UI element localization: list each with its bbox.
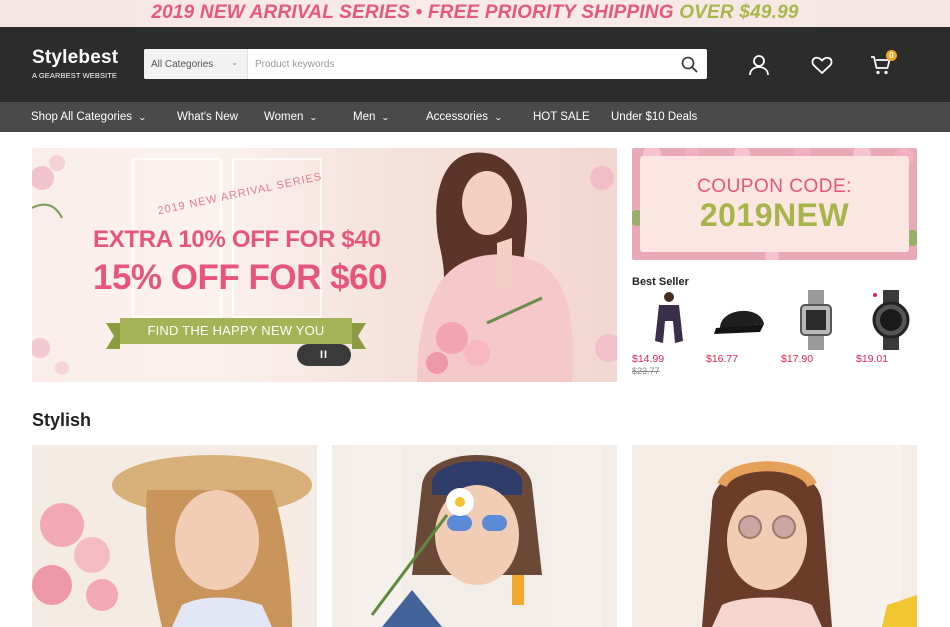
main-nav: Shop All Categories ⌄ What's New Women ⌄ M… bbox=[0, 102, 950, 132]
best-seller-item[interactable]: $14.99 $23.77 bbox=[632, 290, 702, 376]
nav-item-label: Accessories bbox=[426, 111, 488, 123]
hero-banner[interactable]: 2019 NEW ARRIVAL SERIES EXTRA 10% OFF FO… bbox=[32, 148, 617, 382]
model-photo bbox=[417, 152, 617, 382]
heart-icon bbox=[811, 56, 833, 74]
best-seller-title: Best Seller bbox=[632, 276, 689, 288]
model-photo-hat bbox=[32, 445, 317, 627]
promo-banner[interactable]: 2019 NEW ARRIVAL SERIES • FREE PRIORITY … bbox=[0, 0, 950, 27]
site-logo[interactable]: Stylebest A GEARBEST WEBSITE bbox=[32, 47, 118, 80]
chevron-down-icon: ⌄ bbox=[309, 113, 319, 122]
account-button[interactable] bbox=[747, 53, 771, 77]
stylish-card-1[interactable] bbox=[32, 445, 317, 627]
nav-item-accessories[interactable]: Accessories ⌄ bbox=[426, 102, 503, 132]
coupon-card: COUPON CODE: 2019NEW bbox=[640, 156, 909, 252]
category-select-label: All Categories bbox=[151, 58, 214, 70]
product-image-watch-black[interactable] bbox=[856, 290, 926, 350]
watch-black-image bbox=[872, 290, 910, 350]
chevron-down-icon: ⌄ bbox=[493, 113, 503, 122]
promo-text-threshold: OVER $49.99 bbox=[679, 2, 799, 23]
nav-item-label: Men bbox=[353, 111, 376, 123]
blouse-image bbox=[655, 292, 683, 343]
product-price: $14.99 bbox=[632, 353, 665, 365]
watch-silver-image bbox=[800, 290, 832, 350]
chevron-down-icon: ⌄ bbox=[138, 113, 147, 122]
coupon-label: COUPON CODE: bbox=[697, 176, 852, 197]
product-image-watch-silver[interactable] bbox=[781, 290, 851, 350]
wishlist-button[interactable] bbox=[810, 53, 834, 77]
best-seller-item[interactable]: $19.01 bbox=[856, 290, 926, 365]
nav-item-women[interactable]: Women ⌄ bbox=[264, 102, 319, 132]
product-image-cap[interactable] bbox=[706, 290, 776, 350]
product-price: $16.77 bbox=[706, 353, 739, 365]
stylish-card-2[interactable] bbox=[332, 445, 617, 627]
best-seller-item[interactable]: $17.90 bbox=[781, 290, 851, 365]
chevron-down-icon: ⌄ bbox=[231, 58, 238, 67]
cart-button[interactable]: 0 bbox=[869, 50, 897, 77]
site-header: Stylebest A GEARBEST WEBSITE All Categor… bbox=[0, 27, 950, 102]
model-photo-headband bbox=[632, 445, 917, 627]
category-select[interactable]: All Categories ⌄ bbox=[144, 49, 248, 79]
cart-count-badge: 0 bbox=[886, 50, 897, 61]
section-title-stylish: Stylish bbox=[32, 410, 92, 430]
carousel-pause-button[interactable]: II bbox=[297, 344, 351, 366]
product-image-blouse[interactable] bbox=[632, 290, 702, 350]
nav-item-label: Women bbox=[264, 111, 304, 123]
nav-item-shop-all-categories[interactable]: Shop All Categories ⌄ bbox=[31, 102, 147, 132]
cap-image bbox=[714, 310, 764, 334]
search-input[interactable] bbox=[248, 50, 671, 78]
hero-cta-ribbon[interactable]: FIND THE HAPPY NEW YOU bbox=[106, 318, 366, 349]
nav-item-label: What's New bbox=[177, 111, 238, 123]
product-old-price: $23.77 bbox=[632, 366, 660, 376]
hero-headline-2: 15% OFF FOR $60 bbox=[93, 258, 387, 297]
logo-subtitle: A GEARBEST WEBSITE bbox=[32, 71, 118, 80]
nav-item-label: Under $10 Deals bbox=[611, 111, 698, 123]
search-bar: All Categories ⌄ bbox=[144, 49, 707, 79]
coupon-code: 2019NEW bbox=[699, 197, 850, 233]
nav-item-hot-sale[interactable]: HOT SALE bbox=[533, 102, 590, 132]
best-seller-item[interactable]: $16.77 bbox=[706, 290, 776, 365]
user-icon bbox=[749, 55, 769, 76]
nav-item-under-10-deals[interactable]: Under $10 Deals bbox=[611, 102, 697, 132]
nav-item-whats-new[interactable]: What's New bbox=[177, 102, 238, 132]
search-button[interactable] bbox=[671, 49, 707, 79]
nav-item-men[interactable]: Men ⌄ bbox=[353, 102, 391, 132]
nav-item-label: HOT SALE bbox=[533, 111, 590, 123]
nav-item-label: Shop All Categories bbox=[31, 111, 133, 123]
product-price: $19.01 bbox=[856, 353, 889, 365]
chevron-down-icon: ⌄ bbox=[381, 113, 391, 122]
hero-headline-1: EXTRA 10% OFF FOR $40 bbox=[93, 226, 381, 253]
search-icon bbox=[681, 56, 697, 72]
stylish-card-3[interactable] bbox=[632, 445, 917, 627]
promo-text-main: 2019 NEW ARRIVAL SERIES • FREE PRIORITY … bbox=[151, 2, 674, 23]
logo-name: Stylebest bbox=[32, 47, 119, 68]
product-price: $17.90 bbox=[781, 353, 814, 365]
model-photo-sunglasses bbox=[332, 445, 617, 627]
coupon-banner[interactable]: COUPON CODE: 2019NEW bbox=[632, 148, 917, 260]
